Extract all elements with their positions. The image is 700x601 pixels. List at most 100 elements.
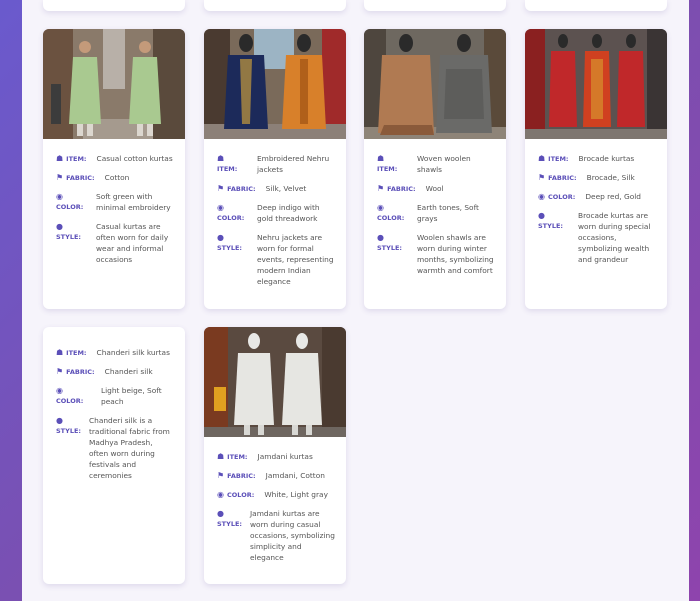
detail-style: ● STYLE: Woolen shawls are worn during wi… [377, 232, 495, 276]
fabric-label: ⚑ FABRIC: [377, 184, 416, 193]
color-label: ◉ COLOR: [377, 203, 405, 222]
detail-fabric: ⚑ FABRIC: Jamdani, Cotton [217, 470, 335, 481]
item-value: Brocade kurtas [578, 154, 635, 163]
style-label: ● STYLE: [56, 416, 82, 435]
outfit-photo [525, 29, 667, 139]
detail-style: ● STYLE: Casual kurtas are often worn for… [56, 221, 174, 265]
style-value: Jamdani kurtas are worn during casual oc… [250, 509, 335, 562]
color-value: Light beige, Soft peach [101, 386, 162, 406]
fabric-icon: ⚑ [538, 173, 546, 182]
fabric-label: ⚑ FABRIC: [56, 173, 95, 182]
item-value: Jamdani kurtas [257, 452, 313, 461]
outfit-photo [364, 29, 506, 139]
palette-icon: ◉ [217, 490, 224, 499]
item-label: ☗ ITEM: [538, 154, 569, 163]
circle-icon: ● [56, 416, 63, 425]
style-label: ● STYLE: [538, 211, 564, 230]
item-label: ☗ ITEM: [217, 452, 248, 461]
item-label: ☗ ITEM: [217, 154, 238, 173]
fabric-icon: ⚑ [56, 173, 64, 182]
item-label: ☗ ITEM: [377, 154, 398, 173]
detail-item: ☗ ITEM: Woven woolen shawls [377, 153, 495, 175]
item-value: Chanderi silk kurtas [96, 348, 170, 357]
fabric-label: ⚑ FABRIC: [56, 367, 95, 376]
previous-card-1[interactable] [43, 0, 185, 11]
tshirt-icon: ☗ [56, 348, 64, 357]
style-value: Brocade kurtas are worn during special o… [578, 211, 651, 264]
previous-card-3[interactable] [364, 0, 506, 11]
fabric-icon: ⚑ [217, 184, 225, 193]
detail-color: ◉ COLOR: Light beige, Soft peach [56, 385, 174, 407]
outfit-card[interactable]: ☗ ITEM: Jamdani kurtas ⚑ FABRIC: Jamdani, … [204, 327, 346, 584]
color-value: White, Light gray [264, 490, 328, 499]
fabric-value: Chanderi silk [104, 367, 153, 376]
detail-color: ◉ COLOR: Deep indigo with gold threadwork [217, 202, 335, 224]
style-label: ● STYLE: [217, 509, 243, 528]
fabric-label: ⚑ FABRIC: [538, 173, 577, 182]
detail-item: ☗ ITEM: Chanderi silk kurtas [56, 347, 174, 358]
color-value: Deep indigo with gold threadwork [257, 203, 320, 223]
previous-card-2[interactable] [204, 0, 346, 11]
outfit-card[interactable]: ☗ ITEM: Casual cotton kurtas ⚑ FABRIC: Cot… [43, 29, 185, 309]
outfit-card[interactable]: ☗ ITEM: Chanderi silk kurtas ⚑ FABRIC: Cha… [43, 327, 185, 584]
item-value: Woven woolen shawls [417, 154, 471, 174]
item-value: Embroidered Nehru jackets [257, 154, 330, 174]
circle-icon: ● [217, 233, 224, 242]
outfit-photo [204, 327, 346, 437]
palette-icon: ◉ [538, 192, 545, 201]
detail-fabric: ⚑ FABRIC: Silk, Velvet [217, 183, 335, 194]
tshirt-icon: ☗ [217, 452, 225, 461]
color-value: Soft green with minimal embroidery [96, 192, 171, 212]
tshirt-icon: ☗ [377, 154, 385, 163]
style-value: Casual kurtas are often worn for daily w… [96, 222, 169, 264]
tshirt-icon: ☗ [538, 154, 546, 163]
outfit-card[interactable]: ☗ ITEM: Woven woolen shawls ⚑ FABRIC: Wool… [364, 29, 506, 309]
circle-icon: ● [377, 233, 384, 242]
item-label: ☗ ITEM: [56, 348, 87, 357]
fabric-value: Cotton [104, 173, 130, 182]
fabric-icon: ⚑ [217, 471, 225, 480]
detail-fabric: ⚑ FABRIC: Cotton [56, 172, 174, 183]
color-label: ◉ COLOR: [538, 192, 576, 201]
style-label: ● STYLE: [56, 222, 82, 241]
detail-style: ● STYLE: Brocade kurtas are worn during s… [538, 210, 656, 265]
detail-color: ◉ COLOR: White, Light gray [217, 489, 335, 500]
style-value: Chanderi silk is a traditional fabric fr… [89, 416, 170, 480]
style-value: Nehru jackets are worn for formal events… [257, 233, 334, 286]
outfit-photo [43, 29, 185, 139]
palette-icon: ◉ [217, 203, 224, 212]
tshirt-icon: ☗ [56, 154, 64, 163]
detail-color: ◉ COLOR: Deep red, Gold [538, 191, 656, 202]
previous-card-4[interactable] [525, 0, 667, 11]
detail-style: ● STYLE: Nehru jackets are worn for forma… [217, 232, 335, 287]
detail-color: ◉ COLOR: Earth tones, Soft grays [377, 202, 495, 224]
circle-icon: ● [217, 509, 224, 518]
fabric-value: Wool [425, 184, 444, 193]
fabric-value: Brocade, Silk [586, 173, 635, 182]
outfit-photo [204, 29, 346, 139]
outfit-card[interactable]: ☗ ITEM: Brocade kurtas ⚑ FABRIC: Brocade, … [525, 29, 667, 309]
detail-style: ● STYLE: Jamdani kurtas are worn during c… [217, 508, 335, 563]
color-label: ◉ COLOR: [56, 192, 84, 211]
item-value: Casual cotton kurtas [96, 154, 173, 163]
fabric-icon: ⚑ [56, 367, 64, 376]
detail-item: ☗ ITEM: Embroidered Nehru jackets [217, 153, 335, 175]
style-value: Woolen shawls are worn during winter mon… [417, 233, 494, 275]
fabric-value: Jamdani, Cotton [265, 471, 325, 480]
palette-icon: ◉ [56, 192, 63, 201]
style-label: ● STYLE: [377, 233, 403, 252]
detail-fabric: ⚑ FABRIC: Chanderi silk [56, 366, 174, 377]
color-value: Deep red, Gold [585, 192, 641, 201]
detail-fabric: ⚑ FABRIC: Wool [377, 183, 495, 194]
circle-icon: ● [538, 211, 545, 220]
item-label: ☗ ITEM: [56, 154, 87, 163]
fabric-value: Silk, Velvet [265, 184, 307, 193]
detail-style: ● STYLE: Chanderi silk is a traditional f… [56, 415, 174, 481]
detail-fabric: ⚑ FABRIC: Brocade, Silk [538, 172, 656, 183]
circle-icon: ● [56, 222, 63, 231]
detail-color: ◉ COLOR: Soft green with minimal embroide… [56, 191, 174, 213]
gallery-panel: ☗ ITEM: Casual cotton kurtas ⚑ FABRIC: Cot… [22, 0, 689, 601]
style-label: ● STYLE: [217, 233, 243, 252]
outfit-card[interactable]: ☗ ITEM: Embroidered Nehru jackets ⚑ FABRIC… [204, 29, 346, 309]
detail-item: ☗ ITEM: Casual cotton kurtas [56, 153, 174, 164]
